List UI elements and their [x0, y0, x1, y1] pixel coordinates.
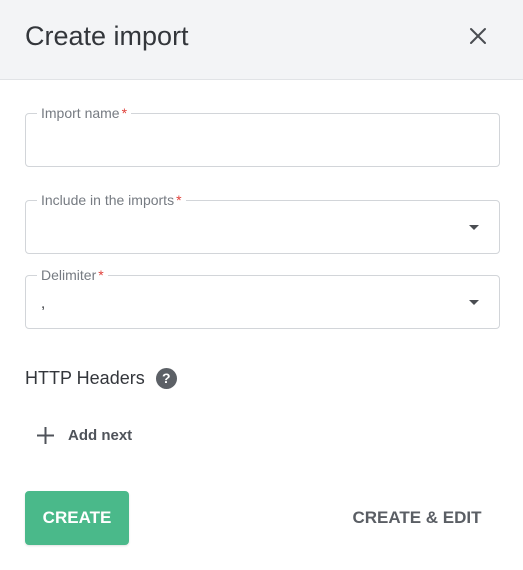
- required-mark: *: [121, 105, 128, 121]
- http-headers-title: HTTP Headers: [25, 368, 145, 388]
- close-icon: [470, 28, 486, 44]
- create-button[interactable]: CREATE: [25, 491, 129, 545]
- required-mark: *: [176, 192, 182, 208]
- dialog-title: Create import: [25, 21, 189, 51]
- http-headers-heading: HTTP Headers ?: [25, 367, 177, 389]
- import-name-field[interactable]: Import name *: [25, 105, 500, 167]
- plus-icon: [37, 427, 54, 444]
- help-icon[interactable]: ?: [155, 367, 177, 389]
- dialog-header: Create import: [0, 0, 523, 80]
- create-and-edit-button[interactable]: CREATE & EDIT: [337, 491, 497, 545]
- add-next-button[interactable]: Add next: [35, 425, 132, 446]
- include-in-imports-label: Include in the imports *: [37, 192, 186, 208]
- create-import-dialog: Create import Import name * Include in th…: [0, 0, 523, 570]
- delimiter-value: ,: [41, 295, 46, 312]
- required-mark: *: [98, 267, 104, 283]
- import-name-label: Import name *: [37, 105, 132, 121]
- close-button[interactable]: [462, 20, 494, 52]
- chevron-down-icon[interactable]: [469, 225, 479, 230]
- delimiter-select[interactable]: Delimiter * ,: [25, 267, 500, 329]
- include-in-imports-select[interactable]: Include in the imports *: [25, 192, 500, 254]
- add-next-label: Add next: [68, 427, 133, 444]
- chevron-down-icon[interactable]: [469, 300, 479, 305]
- delimiter-label: Delimiter *: [37, 267, 108, 283]
